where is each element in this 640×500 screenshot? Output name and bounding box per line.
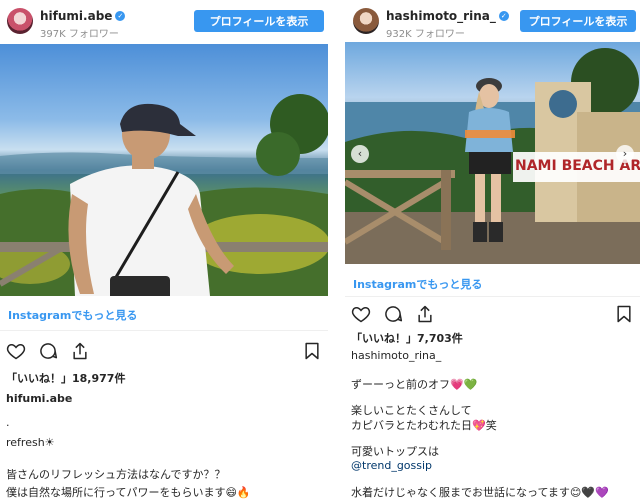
photo-illustration: [345, 48, 640, 264]
view-profile-button[interactable]: プロフィールを表示: [194, 10, 324, 32]
share-icon[interactable]: [415, 304, 435, 324]
view-more-on-instagram-link[interactable]: Instagramでもっと見る: [353, 276, 482, 292]
username[interactable]: hashimoto_rina_ ✓: [386, 9, 509, 23]
comment-icon[interactable]: [383, 304, 403, 324]
like-count[interactable]: 「いいね！」7,703件: [351, 330, 463, 346]
post-author[interactable]: hashimoto_rina_: [351, 349, 441, 362]
caption-line: 僕は自然な場所に行ってパワーをもらいます😄🔥: [6, 486, 251, 499]
photo-illustration: [0, 94, 328, 296]
caption-line: 水着だけじゃなく服までお世話になってます😊🖤💜: [351, 486, 609, 499]
bookmark-icon[interactable]: [614, 304, 634, 324]
divider: [0, 330, 328, 331]
follower-count: 932K フォロワー: [386, 29, 465, 40]
username-text[interactable]: hashimoto_rina_: [386, 9, 496, 23]
avatar[interactable]: [7, 8, 33, 34]
comment-icon[interactable]: [38, 341, 58, 361]
view-profile-button[interactable]: プロフィールを表示: [520, 10, 636, 32]
caption-line: refresh☀: [6, 436, 55, 449]
avatar[interactable]: [353, 8, 379, 34]
post-photo[interactable]: NAMI BEACH AREA ‹ ›: [345, 42, 640, 264]
left-post-header: hifumi.abe ✓ 397K フォロワー プロフィールを表示: [0, 0, 335, 42]
post-gap: [335, 0, 345, 500]
heart-icon[interactable]: [351, 304, 371, 324]
view-more-on-instagram-link[interactable]: Instagramでもっと見る: [8, 307, 137, 323]
caption-line: 皆さんのリフレッシュ方法はなんですか？？: [6, 468, 226, 481]
post-actions: [6, 341, 90, 361]
caption-line: 楽しいことたくさんして: [351, 404, 472, 417]
verified-badge-icon: ✓: [115, 11, 126, 21]
post-author[interactable]: hifumi.abe: [6, 392, 72, 405]
divider: [345, 296, 640, 297]
right-post-card: hashimoto_rina_ ✓ 932K フォロワー プロフィールを表示 N…: [345, 0, 640, 500]
caption-line: 可愛いトップスは: [351, 445, 439, 458]
carousel-prev-button[interactable]: ‹: [351, 145, 369, 163]
username-text[interactable]: hifumi.abe: [40, 9, 112, 23]
verified-badge-icon: ✓: [498, 11, 509, 21]
bookmark-icon[interactable]: [302, 341, 322, 361]
post-photo[interactable]: [0, 44, 328, 296]
heart-icon[interactable]: [6, 341, 26, 361]
caption-line: カピバラとたわむれた日💖笑: [351, 419, 497, 432]
left-post-card: hifumi.abe ✓ 397K フォロワー プロフィールを表示 Instag…: [0, 0, 335, 500]
share-icon[interactable]: [70, 341, 90, 361]
caption-line: .: [6, 416, 10, 429]
like-count[interactable]: 「いいね！」18,977件: [6, 370, 125, 386]
post-actions: [351, 304, 435, 324]
caption-line: ずーーっと前のオフ💗💚: [351, 378, 478, 391]
follower-count: 397K フォロワー: [40, 29, 119, 40]
right-post-header: hashimoto_rina_ ✓ 932K フォロワー プロフィールを表示: [345, 0, 640, 42]
username[interactable]: hifumi.abe ✓: [40, 9, 126, 23]
mention-link[interactable]: @trend_gossip: [351, 459, 432, 472]
carousel-next-button[interactable]: ›: [616, 145, 634, 163]
